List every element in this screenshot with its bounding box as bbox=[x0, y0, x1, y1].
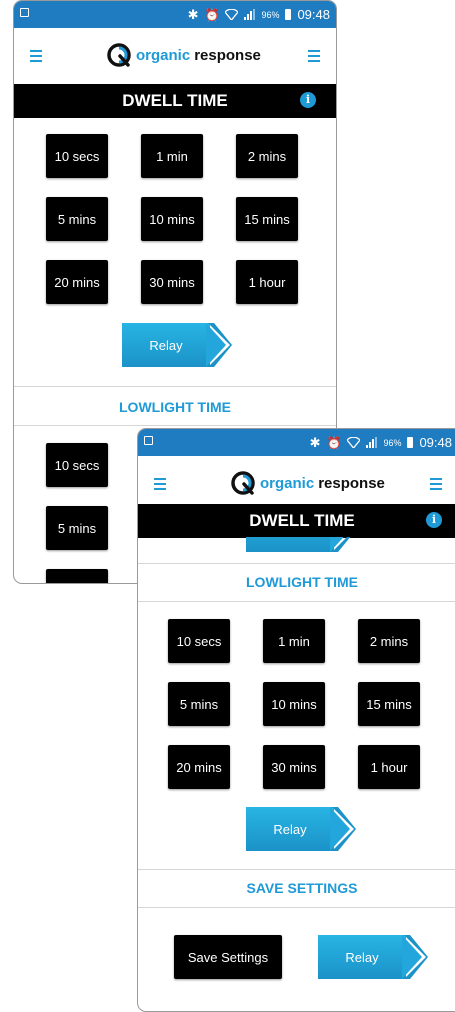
menu-icon[interactable] bbox=[430, 478, 442, 490]
lowlight-option-button[interactable]: 30 mins bbox=[263, 745, 325, 789]
dwell-option-button[interactable]: 15 mins bbox=[236, 197, 298, 241]
save-settings-button[interactable]: Save Settings bbox=[174, 935, 282, 979]
logo-word-response: response bbox=[194, 46, 261, 64]
image-icon bbox=[144, 436, 153, 445]
phone-screen-lowlight: ✱ ⏰ 96% 09:48 organic response DWELL TIM… bbox=[137, 428, 455, 1012]
dwell-option-button[interactable]: 2 mins bbox=[236, 134, 298, 178]
bluetooth-icon: ✱ bbox=[309, 434, 321, 450]
battery-icon bbox=[285, 9, 292, 20]
lowlight-section-title: LOWLIGHT TIME bbox=[246, 574, 358, 590]
divider bbox=[14, 425, 336, 426]
lowlight-option-button[interactable] bbox=[46, 569, 108, 583]
save-settings-section-title: SAVE SETTINGS bbox=[246, 880, 358, 896]
battery-icon bbox=[407, 437, 414, 448]
dwell-option-button[interactable]: 1 min bbox=[141, 134, 203, 178]
dwell-option-button[interactable]: 5 mins bbox=[46, 197, 108, 241]
logo-icon bbox=[231, 471, 255, 495]
battery-percent: 96% bbox=[383, 437, 402, 448]
divider bbox=[138, 601, 455, 602]
lowlight-option-button[interactable]: 1 min bbox=[263, 619, 325, 663]
menu-icon[interactable] bbox=[154, 478, 166, 490]
menu-icon[interactable] bbox=[30, 50, 42, 62]
relay-button[interactable]: Relay bbox=[318, 935, 428, 979]
bluetooth-icon: ✱ bbox=[187, 6, 199, 22]
chevron-right-icon bbox=[330, 807, 356, 851]
page-title-text: DWELL TIME bbox=[122, 91, 228, 110]
relay-button[interactable]: Relay bbox=[246, 807, 356, 851]
clock: 09:48 bbox=[297, 7, 330, 22]
relay-label: Relay bbox=[318, 935, 406, 979]
dwell-option-button[interactable]: 10 mins bbox=[141, 197, 203, 241]
relay-label: Relay bbox=[246, 807, 334, 851]
alarm-icon: ⏰ bbox=[204, 7, 220, 22]
page-title: DWELL TIME i bbox=[138, 504, 455, 538]
dwell-option-button[interactable]: 10 secs bbox=[46, 134, 108, 178]
status-bar: ✱ ⏰ 96% 09:48 bbox=[138, 429, 455, 456]
page-title-text: DWELL TIME bbox=[249, 511, 355, 530]
chevron-right-icon bbox=[402, 935, 428, 979]
lowlight-section-title: LOWLIGHT TIME bbox=[119, 399, 231, 415]
image-icon bbox=[20, 8, 29, 17]
app-header: organic response bbox=[14, 28, 336, 84]
logo: organic response bbox=[230, 470, 385, 496]
divider bbox=[14, 386, 336, 387]
info-icon[interactable]: i bbox=[426, 512, 442, 528]
wifi-icon bbox=[225, 9, 239, 20]
wifi-icon bbox=[347, 437, 361, 448]
dwell-option-button[interactable]: 20 mins bbox=[46, 260, 108, 304]
page-title: DWELL TIME i bbox=[14, 84, 336, 118]
battery-percent: 96% bbox=[261, 9, 280, 20]
menu-icon[interactable] bbox=[308, 50, 320, 62]
logo: organic response bbox=[106, 42, 261, 68]
divider bbox=[138, 907, 455, 908]
logo-word-organic: organic bbox=[260, 474, 315, 492]
lowlight-option-button[interactable]: 10 mins bbox=[263, 682, 325, 726]
lowlight-time-options: 10 secs 1 min 2 mins 5 mins 10 mins 15 m… bbox=[168, 619, 420, 789]
logo-word-organic: organic bbox=[136, 46, 191, 64]
relay-label: Relay bbox=[122, 323, 210, 367]
status-bar: ✱ ⏰ 96% 09:48 bbox=[14, 1, 336, 28]
lowlight-option-button[interactable]: 10 secs bbox=[46, 443, 108, 487]
chevron-right-icon bbox=[206, 323, 232, 367]
info-icon[interactable]: i bbox=[300, 92, 316, 108]
lowlight-option-button[interactable]: 2 mins bbox=[358, 619, 420, 663]
logo-icon bbox=[107, 43, 131, 67]
dwell-option-button[interactable]: 30 mins bbox=[141, 260, 203, 304]
signal-icon bbox=[366, 437, 378, 448]
dwell-time-options: 10 secs 1 min 2 mins 5 mins 10 mins 15 m… bbox=[46, 134, 298, 304]
lowlight-option-button[interactable]: 1 hour bbox=[358, 745, 420, 789]
relay-button[interactable]: Relay bbox=[122, 323, 232, 367]
lowlight-option-button[interactable]: 20 mins bbox=[168, 745, 230, 789]
lowlight-option-button[interactable]: 15 mins bbox=[358, 682, 420, 726]
lowlight-option-button[interactable]: 10 secs bbox=[168, 619, 230, 663]
lowlight-option-button[interactable]: 5 mins bbox=[46, 506, 108, 550]
lowlight-option-button[interactable]: 5 mins bbox=[168, 682, 230, 726]
alarm-icon: ⏰ bbox=[326, 435, 342, 450]
logo-word-response: response bbox=[318, 474, 385, 492]
clock: 09:48 bbox=[419, 435, 452, 450]
signal-icon bbox=[244, 9, 256, 20]
dwell-option-button[interactable]: 1 hour bbox=[236, 260, 298, 304]
